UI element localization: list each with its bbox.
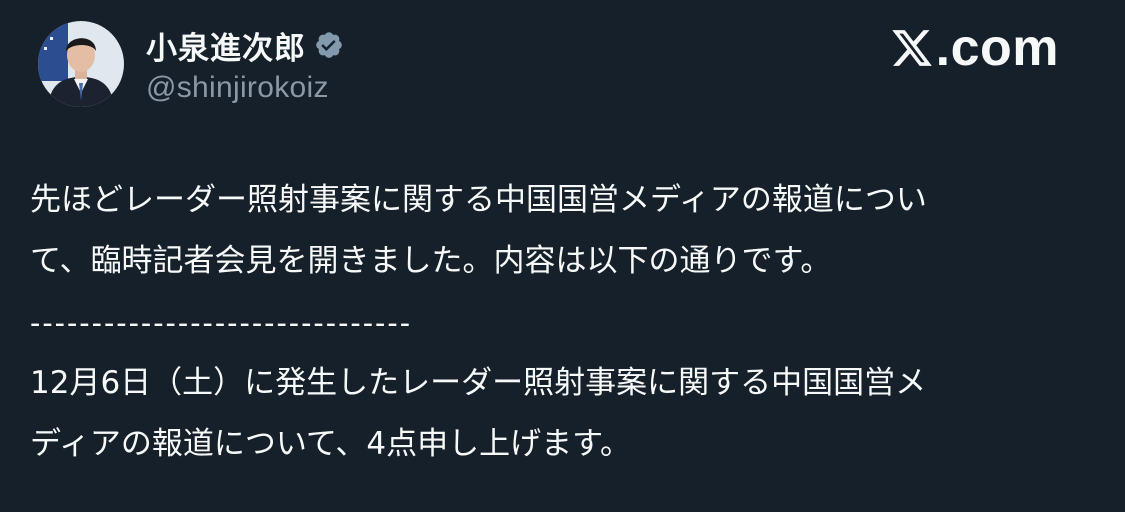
x-brand: .com (890, 22, 1059, 74)
name-row: 小泉進次郎 (146, 23, 344, 67)
avatar-photo (38, 21, 124, 107)
tweet-header: 小泉進次郎 @shinjirokoiz (38, 14, 344, 114)
display-name[interactable]: 小泉進次郎 (146, 23, 306, 68)
tweet-line: 先ほどレーダー照射事案に関する中国国営メディアの報道につい (30, 182, 927, 218)
user-handle[interactable]: @shinjirokoiz (146, 71, 344, 105)
divider-line: ------------------------------- (30, 305, 413, 340)
brand-domain-text: .com (935, 19, 1059, 77)
user-info: 小泉進次郎 @shinjirokoiz (146, 23, 344, 105)
tweet-body: 先ほどレーダー照射事案に関する中国国営メディアの報道につい て、臨時記者会見を開… (30, 170, 1100, 475)
tweet-line: 12月6日（土）に発生したレーダー照射事案に関する中国国営メ (30, 365, 927, 401)
tweet-line: て、臨時記者会見を開きました。内容は以下の通りです。 (30, 243, 832, 279)
tweet-line: ディアの報道について、4点申し上げます。 (30, 426, 631, 462)
verified-badge-icon (314, 30, 344, 60)
avatar[interactable] (38, 21, 124, 107)
x-logo-icon (890, 26, 934, 70)
